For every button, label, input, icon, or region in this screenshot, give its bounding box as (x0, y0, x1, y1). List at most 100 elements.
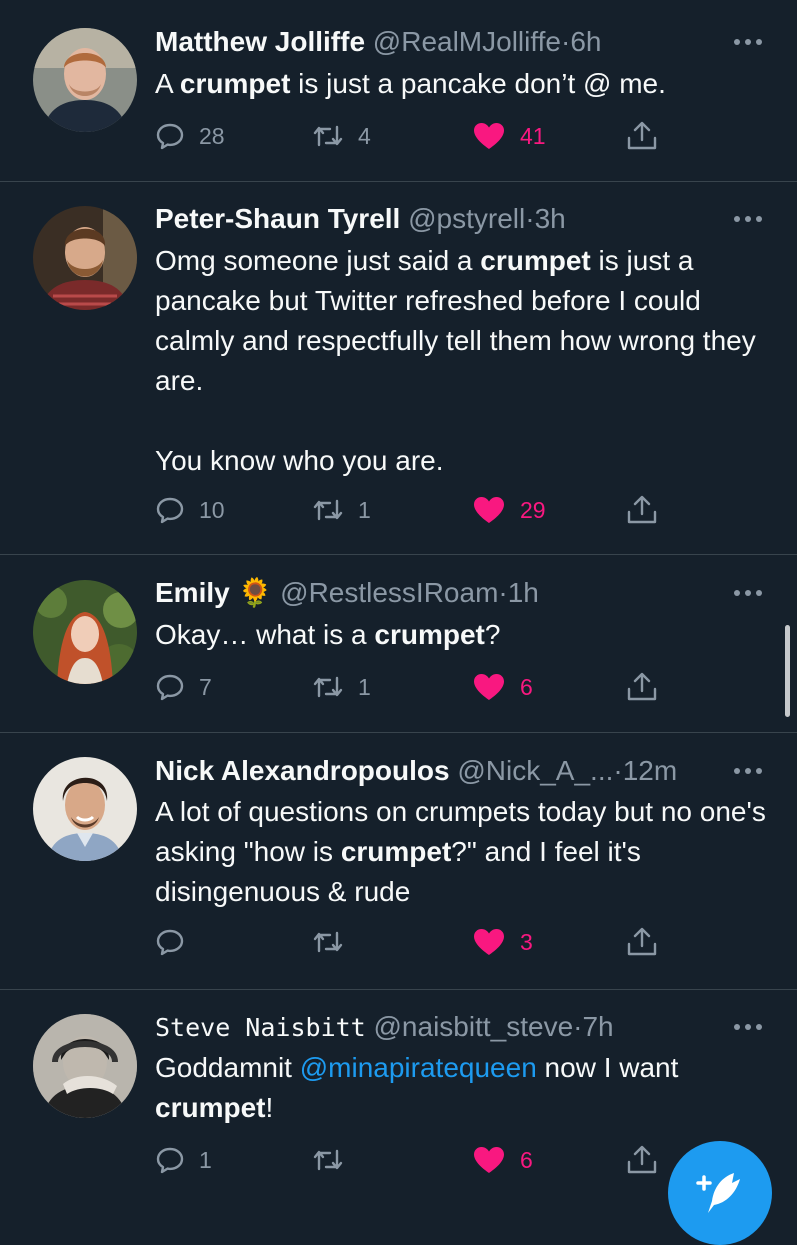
reply-icon (156, 1147, 184, 1174)
share-icon (627, 672, 657, 701)
avatar[interactable] (33, 580, 137, 684)
heart-icon (474, 497, 504, 523)
tweet-text-segment: is just a pancake but Twitter refreshed … (155, 245, 756, 476)
highlighted-keyword: crumpet (480, 245, 591, 276)
share-icon (627, 927, 657, 956)
reply-icon (156, 123, 184, 150)
avatar[interactable] (33, 28, 137, 132)
like-button[interactable]: 29 (472, 490, 546, 530)
tweet-text-segment: Goddamnit (155, 1052, 300, 1083)
separator-dot: · (498, 577, 508, 608)
tweet-text: A lot of questions on crumpets today but… (155, 792, 770, 912)
separator-dot: · (613, 755, 623, 786)
user-handle[interactable]: @Nick_A_... (457, 755, 613, 786)
retweet-count: 4 (358, 122, 371, 149)
user-handle[interactable]: @RestlessIRoam (280, 577, 498, 608)
reply-icon (156, 929, 184, 956)
tweet-header: Emily 🌻 @RestlessIRoam·1h (155, 573, 727, 613)
scrollbar[interactable] (785, 625, 790, 717)
retweet-icon (313, 931, 343, 953)
reply-icon (156, 497, 184, 524)
heart-icon (474, 123, 504, 149)
retweet-icon (313, 499, 343, 521)
like-button[interactable]: 6 (472, 667, 533, 707)
share-icon (627, 495, 657, 524)
display-name[interactable]: Nick Alexandropoulos (155, 755, 450, 786)
compose-tweet-button[interactable] (668, 1141, 772, 1245)
display-name[interactable]: Steve Naisbitt (155, 1013, 366, 1042)
tweet-actions: 7 1 6 (155, 667, 675, 707)
more-icon[interactable] (733, 588, 763, 598)
avatar[interactable] (33, 206, 137, 310)
tweet-actions: 1 6 (155, 1140, 675, 1180)
tweet-text-segment: ? (484, 619, 501, 650)
highlighted-keyword: crumpet (374, 619, 485, 650)
reply-button[interactable]: 7 (155, 667, 212, 707)
share-button[interactable] (625, 1140, 659, 1180)
user-handle[interactable]: @naisbitt_steve (374, 1011, 574, 1042)
timestamp[interactable]: 1h (508, 577, 539, 608)
tweet-text: Okay… what is a crumpet? (155, 615, 770, 655)
tweet-actions: 10 1 29 (155, 490, 675, 530)
compose-tweet-icon (696, 1173, 740, 1213)
share-button[interactable] (625, 490, 659, 530)
retweet-button[interactable] (312, 1140, 358, 1180)
reply-button[interactable] (155, 922, 199, 962)
tweet-text: Omg someone just said a crumpet is just … (155, 241, 770, 481)
reply-button[interactable]: 1 (155, 1140, 212, 1180)
user-handle[interactable]: @RealMJolliffe (373, 26, 561, 57)
timestamp[interactable]: 3h (535, 203, 566, 234)
separator-dot: · (525, 203, 535, 234)
more-icon[interactable] (733, 1022, 763, 1032)
tweet-text-segment: Okay… what is a (155, 619, 375, 650)
divider (0, 732, 797, 733)
sunflower-emoji: 🌻 (237, 577, 273, 608)
mention-link[interactable]: @minapiratequeen (300, 1052, 537, 1083)
avatar[interactable] (33, 1014, 137, 1118)
reply-button[interactable]: 10 (155, 490, 225, 530)
more-icon[interactable] (733, 214, 763, 224)
share-button[interactable] (625, 922, 659, 962)
tweet-text-segment: Omg someone just said a (155, 245, 481, 276)
reply-count: 10 (199, 496, 225, 523)
tweet-text-segment: now I want (536, 1052, 687, 1083)
avatar[interactable] (33, 757, 137, 861)
display-name[interactable]: Peter-Shaun Tyrell (155, 203, 400, 234)
more-icon[interactable] (733, 37, 763, 47)
retweet-button[interactable] (312, 922, 358, 962)
tweet-text: Goddamnit @minapiratequeen now I want cr… (155, 1048, 770, 1128)
tweet-text: A crumpet is just a pancake don’t @ me. (155, 64, 770, 104)
timestamp[interactable]: 6h (570, 26, 601, 57)
separator-dot: · (561, 26, 571, 57)
like-button[interactable]: 6 (472, 1140, 533, 1180)
reply-count: 1 (199, 1146, 212, 1173)
like-count: 6 (520, 673, 533, 700)
highlighted-keyword: crumpet (340, 836, 452, 867)
display-name[interactable]: Matthew Jolliffe (155, 26, 365, 57)
reply-count: 28 (199, 122, 225, 149)
reply-button[interactable]: 28 (155, 116, 225, 156)
tweet-header: Nick Alexandropoulos @Nick_A_...·12m (155, 751, 727, 791)
retweet-button[interactable]: 1 (312, 667, 371, 707)
user-handle[interactable]: @pstyrell (408, 203, 525, 234)
tweet-actions: 28 4 41 (155, 116, 675, 156)
tweet-text-segment: A (155, 68, 180, 99)
retweet-button[interactable]: 1 (312, 490, 371, 530)
tweet-header: Steve Naisbitt @naisbitt_steve·7h (155, 1007, 727, 1047)
timestamp[interactable]: 12m (623, 755, 677, 786)
more-icon[interactable] (733, 766, 763, 776)
tweet-header: Matthew Jolliffe @RealMJolliffe·6h (155, 22, 727, 62)
share-button[interactable] (625, 116, 659, 156)
like-button[interactable]: 41 (472, 116, 546, 156)
display-name[interactable]: Emily (155, 577, 230, 608)
like-count: 29 (520, 496, 546, 523)
retweet-button[interactable]: 4 (312, 116, 371, 156)
reply-icon (156, 674, 184, 701)
share-button[interactable] (625, 667, 659, 707)
tweet-header: Peter-Shaun Tyrell @pstyrell·3h (155, 199, 727, 239)
like-button[interactable]: 3 (472, 922, 533, 962)
timestamp[interactable]: 7h (582, 1011, 613, 1042)
like-count: 41 (520, 122, 546, 149)
divider (0, 554, 797, 555)
divider (0, 989, 797, 990)
